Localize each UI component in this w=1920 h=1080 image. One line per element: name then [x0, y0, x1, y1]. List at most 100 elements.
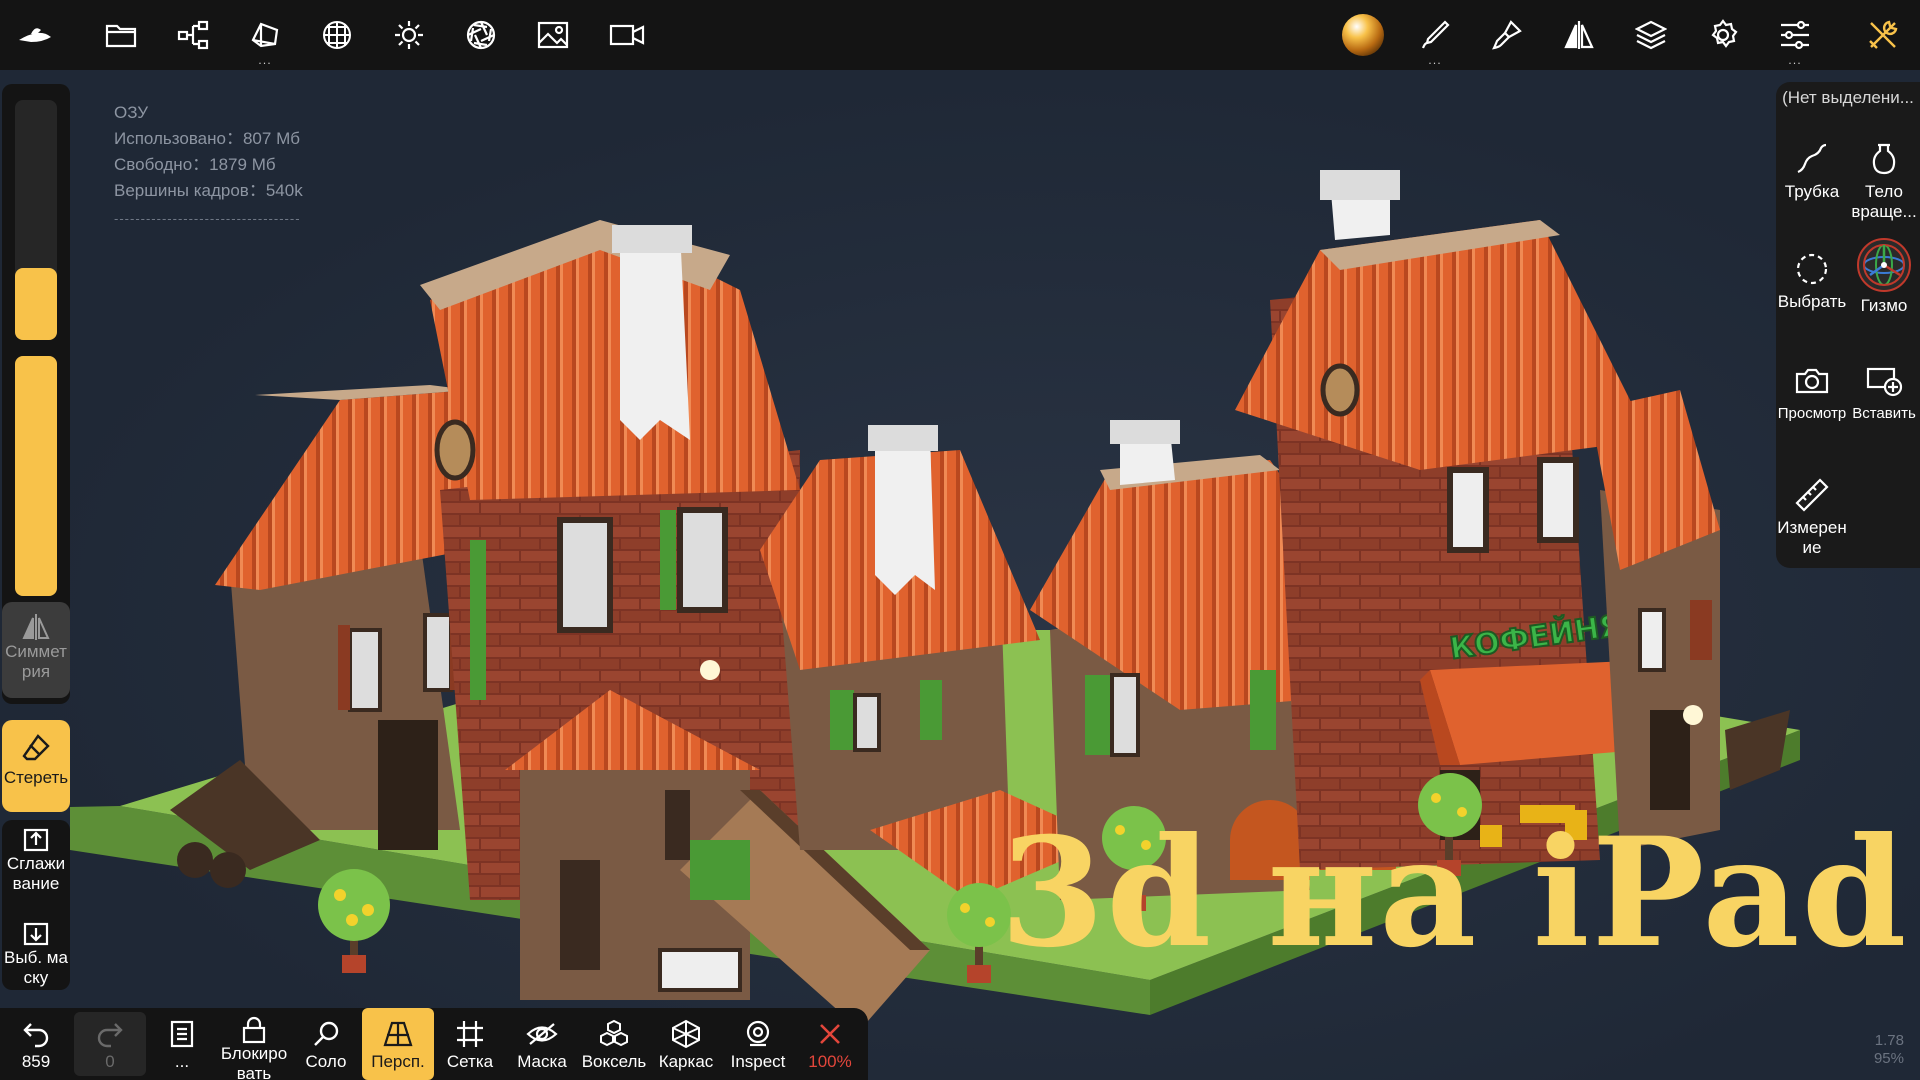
mask-visibility-button[interactable]: Маска: [506, 1008, 578, 1080]
undo-icon: [23, 1023, 49, 1048]
selection-status: (Нет выделени...: [1782, 88, 1914, 107]
gizmo-label: Гизмо: [1860, 296, 1908, 315]
right-tool-panel: (Нет выделени... Трубка Тело враще... Вы…: [1776, 82, 1920, 568]
topology-icon[interactable]: ...: [242, 12, 288, 66]
select-lasso-icon: [1796, 253, 1828, 285]
matcap-ball-icon[interactable]: [1340, 12, 1386, 58]
sliders-more: ...: [1788, 54, 1802, 67]
grid-label: Сетка: [446, 1052, 494, 1071]
measure-label: Измерение: [1777, 518, 1847, 557]
size-slider-fill: [15, 268, 57, 340]
paint-brush-icon[interactable]: [1484, 12, 1530, 58]
redo-count: 0: [105, 1052, 115, 1071]
light-icon[interactable]: [386, 12, 432, 58]
sliders-icon[interactable]: ...: [1772, 12, 1818, 66]
gizmo-icon: [1857, 238, 1911, 292]
lathe-label: Тело враще...: [1851, 182, 1917, 221]
measure-button[interactable]: Измерение: [1776, 472, 1848, 558]
stats-vertices: Вершины кадров：540k: [114, 181, 303, 200]
fps-readout: 1.78 95%: [1874, 1032, 1904, 1068]
camera-icon: [1795, 368, 1829, 394]
size-slider[interactable]: [15, 100, 57, 340]
history-button[interactable]: ...: [146, 1008, 218, 1080]
memory-stats: ОЗУ Использовано：807 Мб Свободно：1879 Мб…: [114, 100, 303, 232]
symmetry-button[interactable]: Симметрия: [2, 602, 70, 698]
stats-title: ОЗУ: [114, 103, 149, 122]
settings-icon[interactable]: [1700, 12, 1746, 58]
layers-icon[interactable]: [1628, 12, 1674, 58]
tools-icon[interactable]: [1860, 12, 1906, 58]
image-icon[interactable]: [530, 12, 576, 58]
voxel-label: Воксель: [581, 1052, 647, 1071]
lathe-vase-icon: [1872, 143, 1896, 175]
brush-icon[interactable]: ...: [1412, 12, 1458, 66]
intensity-slider-fill: [15, 356, 57, 596]
erase-label: Стереть: [3, 768, 69, 787]
chimney: [875, 435, 935, 595]
lathe-button[interactable]: Тело враще...: [1848, 136, 1920, 222]
insert-label: Вставить: [1852, 405, 1916, 422]
perspective-label: Персп.: [371, 1052, 425, 1071]
select-label: Выбрать: [1777, 292, 1847, 311]
material-sphere-icon[interactable]: [314, 12, 360, 58]
gizmo-button[interactable]: Гизмо: [1848, 234, 1920, 316]
mask-label: Маска: [517, 1052, 567, 1071]
search-icon: [314, 1021, 339, 1046]
lock-button[interactable]: Блокировать: [218, 1008, 290, 1080]
inspect-eye-icon: [746, 1020, 770, 1047]
video-icon[interactable]: [604, 12, 650, 58]
fps-percent: 95%: [1873, 1050, 1904, 1067]
bottom-toolbar: 859 0 ... Блокировать Соло Персп. Сетка …: [0, 1008, 868, 1080]
wireframe-label: Каркас: [658, 1052, 714, 1071]
topology-more: ...: [258, 54, 272, 67]
tube-button[interactable]: Трубка: [1776, 136, 1848, 202]
voxel-button[interactable]: Воксель: [578, 1008, 650, 1080]
close-icon: [820, 1024, 840, 1044]
eye-hidden-icon: [526, 1023, 558, 1045]
undo-count: 859: [21, 1052, 51, 1071]
intensity-slider[interactable]: [15, 356, 57, 596]
top-toolbar: ... ... ...: [0, 0, 1920, 70]
erase-button[interactable]: Стереть: [2, 720, 70, 812]
wireframe-button[interactable]: Каркас: [650, 1008, 722, 1080]
symmetry-label: Симметрия: [5, 642, 67, 681]
brush-more: ...: [1428, 54, 1442, 67]
perspective-grid-icon: [383, 1021, 413, 1047]
solo-label: Соло: [305, 1052, 347, 1071]
redo-button[interactable]: 0: [74, 1012, 146, 1076]
wireframe-icon: [672, 1019, 700, 1049]
history-label: ...: [174, 1052, 190, 1071]
folder-icon[interactable]: [98, 12, 144, 58]
select-button[interactable]: Выбрать: [1776, 246, 1848, 312]
select-mask-button[interactable]: Выб. маску: [0, 920, 72, 994]
smooth-label: Сглаживание: [6, 854, 66, 893]
inspect-button[interactable]: Inspect: [722, 1008, 794, 1080]
history-document-icon: [170, 1020, 194, 1048]
stats-used: Использовано：807 Мб: [114, 129, 300, 148]
chimney: [620, 230, 690, 440]
overlay-title: 3d на iPad: [1000, 805, 1909, 981]
zoom-label: 100%: [808, 1052, 852, 1071]
app-logo-icon[interactable]: [12, 12, 58, 58]
solo-button[interactable]: Соло: [290, 1008, 362, 1080]
grid-button[interactable]: Сетка: [434, 1008, 506, 1080]
scene-graph-icon[interactable]: [170, 12, 216, 58]
symmetry-icon[interactable]: [1556, 12, 1602, 58]
insert-button[interactable]: Вставить: [1848, 358, 1920, 424]
perspective-button[interactable]: Персп.: [362, 1008, 434, 1080]
smooth-button[interactable]: Сглаживание: [0, 826, 72, 910]
undo-button[interactable]: 859: [0, 1008, 72, 1080]
view-button[interactable]: Просмотр: [1776, 358, 1848, 424]
lock-label: Блокировать: [220, 1044, 288, 1080]
grid-icon: [457, 1021, 483, 1047]
redo-icon: [97, 1023, 123, 1048]
select-mask-label: Выб. маску: [4, 948, 68, 987]
inspect-label: Inspect: [730, 1052, 786, 1071]
frame-time: 1.78: [1874, 1032, 1904, 1049]
render-aperture-icon[interactable]: [458, 12, 504, 58]
close-button[interactable]: 100%: [794, 1008, 866, 1080]
insert-add-icon: [1866, 367, 1903, 397]
stats-separator: -----------------------------------: [114, 211, 301, 226]
tube-curve-icon: [1797, 143, 1827, 174]
view-label: Просмотр: [1777, 405, 1847, 422]
